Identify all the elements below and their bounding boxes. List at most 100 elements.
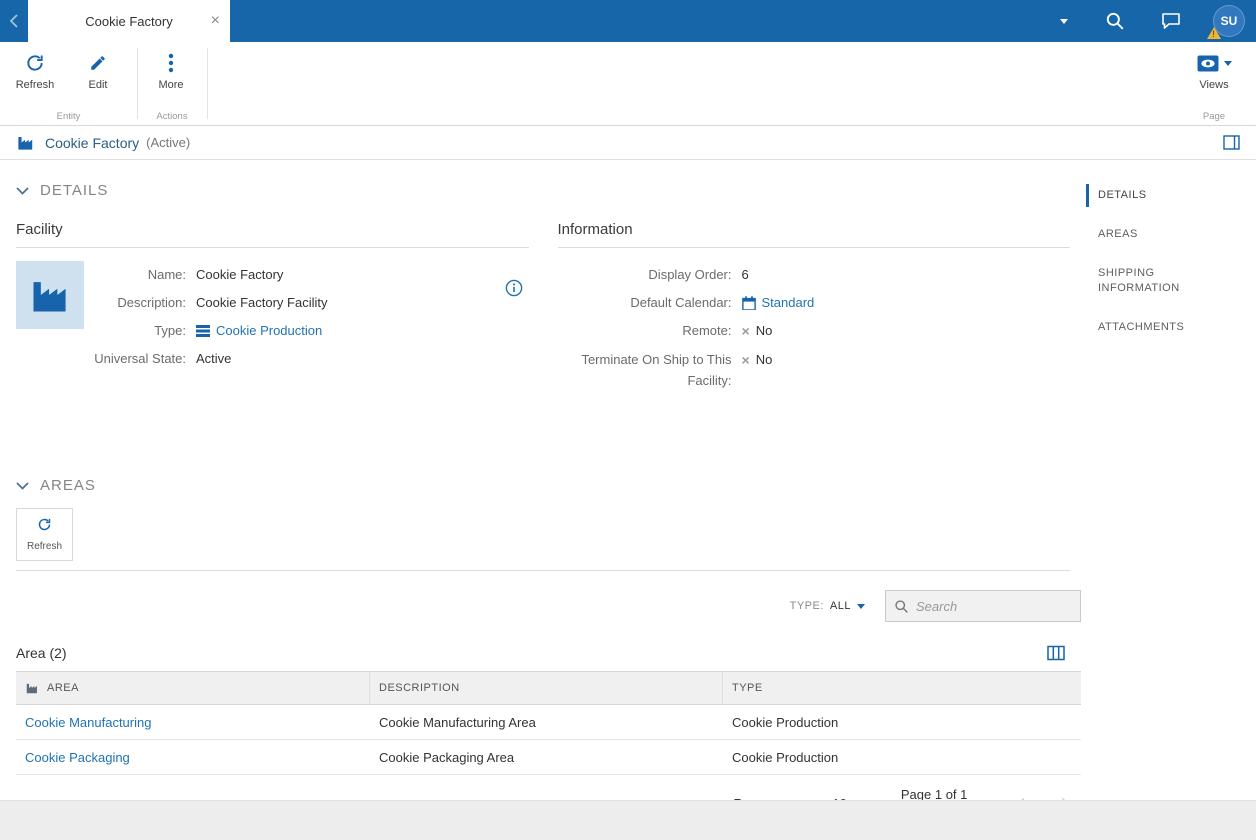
more-label: More bbox=[158, 79, 184, 91]
field-universal-state: Universal State: Active bbox=[84, 345, 529, 373]
next-page-icon[interactable] bbox=[1060, 792, 1069, 800]
pencil-icon bbox=[89, 52, 107, 74]
field-name: Name: Cookie Factory bbox=[84, 261, 529, 289]
page-title: Cookie Factory bbox=[45, 134, 140, 151]
area-description-cell: Cookie Manufacturing Area bbox=[379, 714, 536, 730]
topbar-actions: SU bbox=[1056, 0, 1256, 42]
field-label: Default Calendar: bbox=[630, 295, 732, 310]
areas-refresh-button[interactable]: Refresh bbox=[16, 508, 73, 561]
ribbon-group-actions: Actions bbox=[156, 111, 188, 122]
area-link[interactable]: Cookie Manufacturing bbox=[25, 715, 151, 730]
main-panel: DETAILS Facility Name: Cookie Factory De… bbox=[0, 160, 1086, 800]
chevron-down-icon bbox=[857, 603, 865, 609]
content-area: DETAILS Facility Name: Cookie Factory De… bbox=[0, 160, 1256, 800]
rows-per-page-dropdown[interactable]: Rows per page: 10 bbox=[733, 796, 863, 801]
edit-button[interactable]: Edit bbox=[70, 52, 126, 91]
info-icon[interactable] bbox=[505, 279, 523, 302]
field-remote: Remote: No bbox=[558, 317, 1071, 345]
previous-page-icon[interactable] bbox=[1017, 792, 1026, 800]
areas-table: AREA DESCRIPTION TYPE Cookie Manufacturi… bbox=[16, 671, 1081, 775]
vertical-ellipsis-icon bbox=[168, 52, 174, 74]
entity-title-bar: Cookie Factory (Active) bbox=[0, 126, 1256, 160]
rows-per-page-value: 10 bbox=[832, 796, 846, 801]
sidenav-item-areas[interactable]: AREAS bbox=[1086, 223, 1196, 246]
chevron-down-icon bbox=[16, 186, 29, 195]
sidenav-item-attachments[interactable]: ATTACHMENTS bbox=[1086, 316, 1196, 339]
area-link[interactable]: Cookie Packaging bbox=[25, 750, 130, 765]
ribbon-separator bbox=[137, 48, 138, 119]
avatar[interactable]: SU bbox=[1207, 6, 1244, 39]
column-header-label: DESCRIPTION bbox=[379, 682, 460, 694]
refresh-label: Refresh bbox=[26, 541, 62, 552]
refresh-button[interactable]: Refresh bbox=[7, 52, 63, 91]
page-info-text: Page 1 of 1 bbox=[900, 787, 968, 800]
search-icon bbox=[895, 599, 908, 613]
chevron-down-icon bbox=[16, 481, 29, 490]
field-description: Description: Cookie Factory Facility bbox=[84, 289, 529, 317]
column-header-label: TYPE bbox=[732, 682, 763, 694]
section-nav: DETAILS AREAS SHIPPING INFORMATION ATTAC… bbox=[1086, 160, 1256, 800]
ribbon-separator bbox=[207, 48, 208, 119]
area-count-label: Area (2) bbox=[16, 645, 67, 661]
field-label: Display Order: bbox=[648, 267, 732, 282]
facility-image bbox=[16, 261, 84, 329]
column-header-type[interactable]: TYPE bbox=[723, 672, 1081, 704]
tab-close-icon[interactable] bbox=[211, 13, 220, 29]
tab-cookie-factory[interactable]: Cookie Factory bbox=[28, 0, 230, 42]
x-mark-icon bbox=[742, 324, 750, 338]
areas-section-header[interactable]: AREAS bbox=[16, 477, 1086, 494]
search-icon[interactable] bbox=[1102, 8, 1128, 34]
table-row: Cookie Manufacturing Cookie Manufacturin… bbox=[16, 705, 1081, 740]
type-filter-dropdown[interactable]: TYPE: ALL bbox=[790, 600, 865, 612]
back-chevron-icon[interactable] bbox=[0, 0, 28, 42]
avatar-initials: SU bbox=[1220, 14, 1238, 28]
field-value: No bbox=[755, 323, 773, 338]
calendar-icon bbox=[741, 296, 756, 310]
details-section: DETAILS Facility Name: Cookie Factory De… bbox=[0, 182, 1086, 391]
column-chooser-icon[interactable] bbox=[1047, 645, 1065, 661]
side-panel-toggle-icon[interactable] bbox=[1223, 135, 1240, 150]
column-header-area[interactable]: AREA bbox=[16, 672, 370, 704]
tab-title: Cookie Factory bbox=[85, 13, 173, 29]
information-group-title: Information bbox=[557, 221, 1070, 248]
more-button[interactable]: More bbox=[143, 52, 199, 91]
sidenav-item-details[interactable]: DETAILS bbox=[1086, 184, 1196, 207]
area-description-cell: Cookie Packaging Area bbox=[379, 749, 515, 765]
area-type-cell: Cookie Production bbox=[732, 714, 839, 730]
chevron-down-icon bbox=[1223, 60, 1232, 66]
views-label: Views bbox=[1199, 79, 1229, 91]
type-filter-label: TYPE: bbox=[789, 600, 824, 612]
field-default-calendar: Default Calendar: Standard bbox=[558, 289, 1071, 317]
facility-type-link[interactable]: Cookie Production bbox=[216, 317, 322, 345]
area-table-title-row: Area (2) bbox=[16, 645, 1065, 661]
page-info: Page 1 of 1 (2 records) bbox=[901, 787, 968, 800]
table-footer: Rows per page: 10 Page 1 of 1 (2 records… bbox=[16, 787, 1081, 800]
field-label: Type: bbox=[154, 323, 186, 338]
area-type-cell: Cookie Production bbox=[732, 749, 839, 765]
column-header-description[interactable]: DESCRIPTION bbox=[370, 672, 723, 704]
table-header-row: AREA DESCRIPTION TYPE bbox=[16, 671, 1081, 705]
facility-group-title: Facility bbox=[16, 221, 529, 248]
facility-type-icon bbox=[196, 324, 210, 338]
sidenav-item-shipping-information[interactable]: SHIPPING INFORMATION bbox=[1086, 262, 1196, 300]
status-badge: (Active) bbox=[146, 135, 191, 150]
default-calendar-link[interactable]: Standard bbox=[762, 289, 815, 317]
ribbon-group-entity: Entity bbox=[56, 111, 81, 122]
search-input[interactable] bbox=[916, 598, 1072, 614]
ribbon-group-page: Page bbox=[1202, 111, 1226, 122]
details-section-header[interactable]: DETAILS bbox=[16, 182, 1086, 199]
x-mark-icon bbox=[742, 353, 750, 367]
areas-section: AREAS Refresh TYPE: ALL Search Area (2) … bbox=[0, 477, 1086, 800]
field-value: Cookie Factory Facility bbox=[196, 295, 328, 310]
tab-list-chevron-down-icon[interactable] bbox=[1056, 15, 1072, 28]
factory-icon bbox=[16, 133, 35, 152]
column-header-label: AREA bbox=[47, 682, 79, 694]
topbar: Cookie Factory SU bbox=[0, 0, 1256, 42]
details-section-title: DETAILS bbox=[40, 182, 109, 199]
field-value: No bbox=[755, 352, 773, 367]
chat-icon[interactable] bbox=[1158, 8, 1184, 34]
views-button[interactable]: Views bbox=[1186, 52, 1242, 91]
field-display-order: Display Order: 6 bbox=[558, 261, 1071, 289]
factory-icon bbox=[25, 681, 39, 695]
field-label: Universal State: bbox=[94, 351, 186, 366]
